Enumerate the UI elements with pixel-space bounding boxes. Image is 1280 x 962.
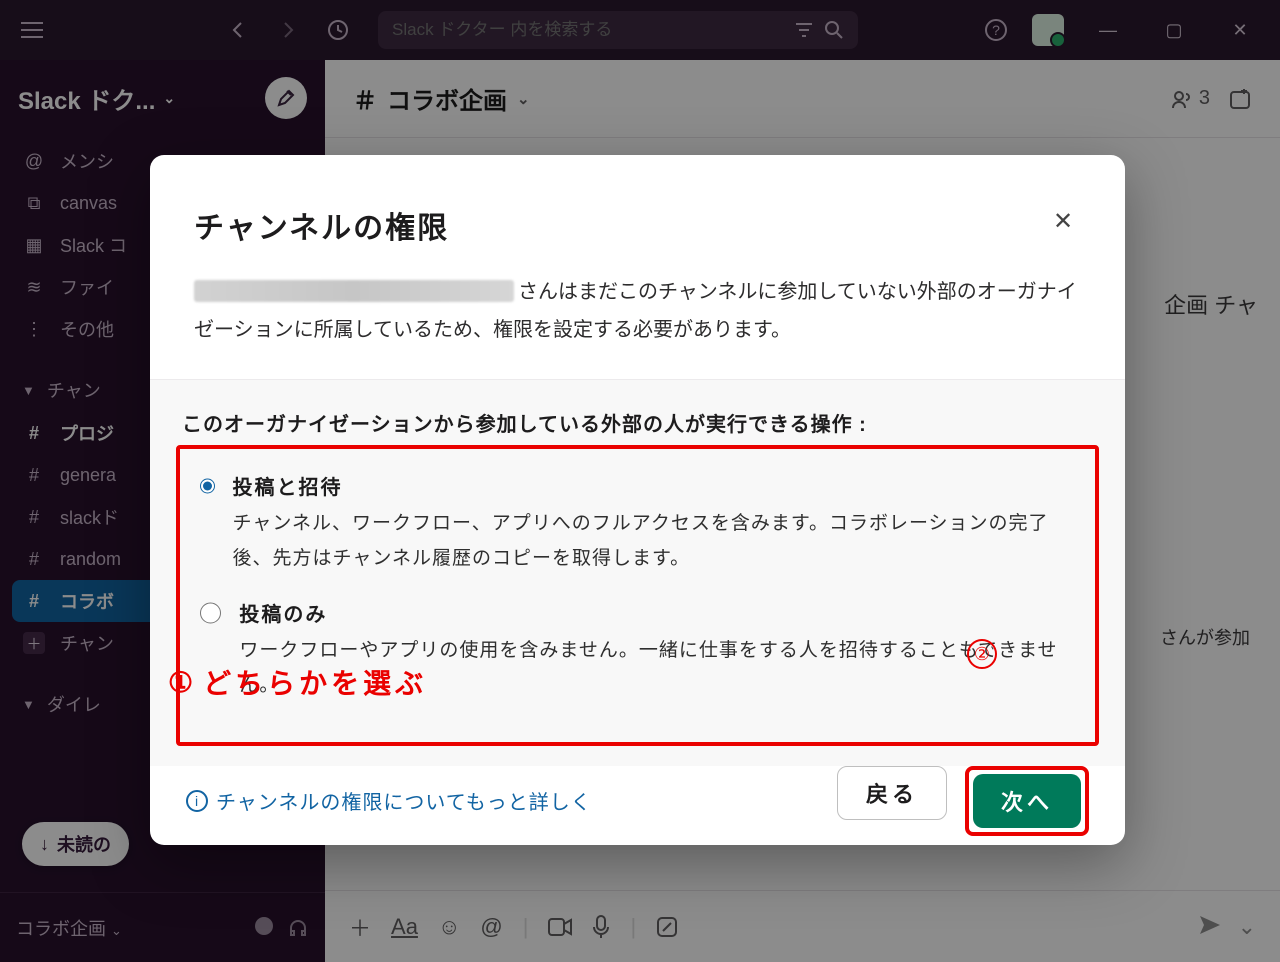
window-close[interactable]: ✕ [1218,12,1262,48]
search-icon[interactable] [824,20,844,40]
permission-label: このオーガナイゼーションから参加している外部の人が実行できる操作 : [182,408,1099,437]
mic-icon[interactable] [592,915,610,939]
joined-text: さんが参加 [1160,624,1250,650]
learn-more-link[interactable]: iチャンネルの権限についてもっと詳しく [186,786,592,815]
search-input[interactable] [392,20,784,40]
hash-icon: # [22,465,46,486]
arrow-down-icon: ↓ [40,834,49,855]
channel-title[interactable]: ＃コラボ企画⌄ [353,81,530,116]
headphones-icon[interactable] [287,917,309,939]
channel-permissions-modal: チャンネルの権限 ✕ さんはまだこのチャンネルに参加していない外部のオーガナイゼ… [150,155,1125,845]
radio-post-only[interactable] [200,602,221,624]
hash-icon: ＃ [353,81,377,116]
unread-pill[interactable]: ↓未読の [22,822,129,866]
mention-icon[interactable]: @ [480,914,502,940]
record-icon[interactable] [255,917,273,935]
next-button[interactable]: 次へ [973,774,1081,828]
compose-button[interactable] [265,77,307,119]
hash-icon: # [22,549,46,570]
help-icon[interactable]: ? [982,16,1010,44]
titlebar: ? — ▢ ✕ [0,0,1280,60]
stack-icon: ≋ [22,277,46,298]
next-button-highlight: 次へ [965,766,1089,836]
video-icon[interactable] [548,918,572,936]
at-icon: @ [22,151,46,172]
building-icon: ▦ [22,235,46,256]
chevron-down-icon: ⌄ [517,90,530,108]
hash-icon: # [22,423,46,444]
add-canvas-icon[interactable] [1228,87,1252,111]
background-text: 企画 チャ [1164,288,1258,320]
chevron-down-icon: ▼ [22,697,35,712]
info-icon: i [186,790,208,812]
window-maximize[interactable]: ▢ [1152,12,1196,48]
back-button[interactable]: 戻る [837,766,947,820]
option-post-and-invite[interactable]: 投稿と招待 チャンネル、ワークフロー、アプリへのフルアクセスを含みます。コラボレ… [196,463,1079,590]
send-options-icon[interactable]: ⌄ [1238,914,1256,940]
forward-icon[interactable] [274,16,302,44]
annotation-1: ①どちらかを選ぶ [168,662,427,702]
members-button[interactable]: 3 [1171,87,1210,110]
hamburger-icon[interactable] [18,16,46,44]
svg-text:?: ? [992,22,1000,38]
search-box[interactable] [378,11,858,49]
workspace-switcher[interactable]: Slack ドク...⌄ [18,81,175,116]
back-icon[interactable] [224,16,252,44]
format-icon[interactable]: Aa [391,914,418,940]
window-minimize[interactable]: — [1086,12,1130,48]
plus-icon: ＋ [23,632,45,654]
emoji-icon[interactable]: ☺ [438,914,460,940]
annotation-2: ② [967,639,997,669]
modal-title: チャンネルの権限 [194,203,449,247]
filter-icon[interactable] [794,21,814,39]
redacted-name [194,280,514,302]
history-icon[interactable] [324,16,352,44]
hash-icon: # [22,507,46,528]
avatar[interactable] [1032,14,1064,46]
more-icon: ⋮ [22,319,46,340]
send-icon[interactable] [1198,914,1222,940]
canvas-icon: ⧉ [22,193,46,214]
close-icon[interactable]: ✕ [1045,203,1081,239]
footer-channel[interactable]: コラボ企画 ⌄ [16,915,122,941]
modal-description: さんはまだこのチャンネルに参加していない外部のオーガナイゼーションに所属している… [150,257,1125,379]
chevron-down-icon: ▼ [22,383,35,398]
attach-icon[interactable]: ＋ [349,911,371,943]
composer: ＋ Aa ☺ @ | | ⌄ [325,890,1280,962]
radio-post-and-invite[interactable] [200,475,215,497]
sidebar-footer: コラボ企画 ⌄ [0,892,325,962]
hash-icon: # [22,591,46,612]
shortcut-icon[interactable] [656,916,678,938]
